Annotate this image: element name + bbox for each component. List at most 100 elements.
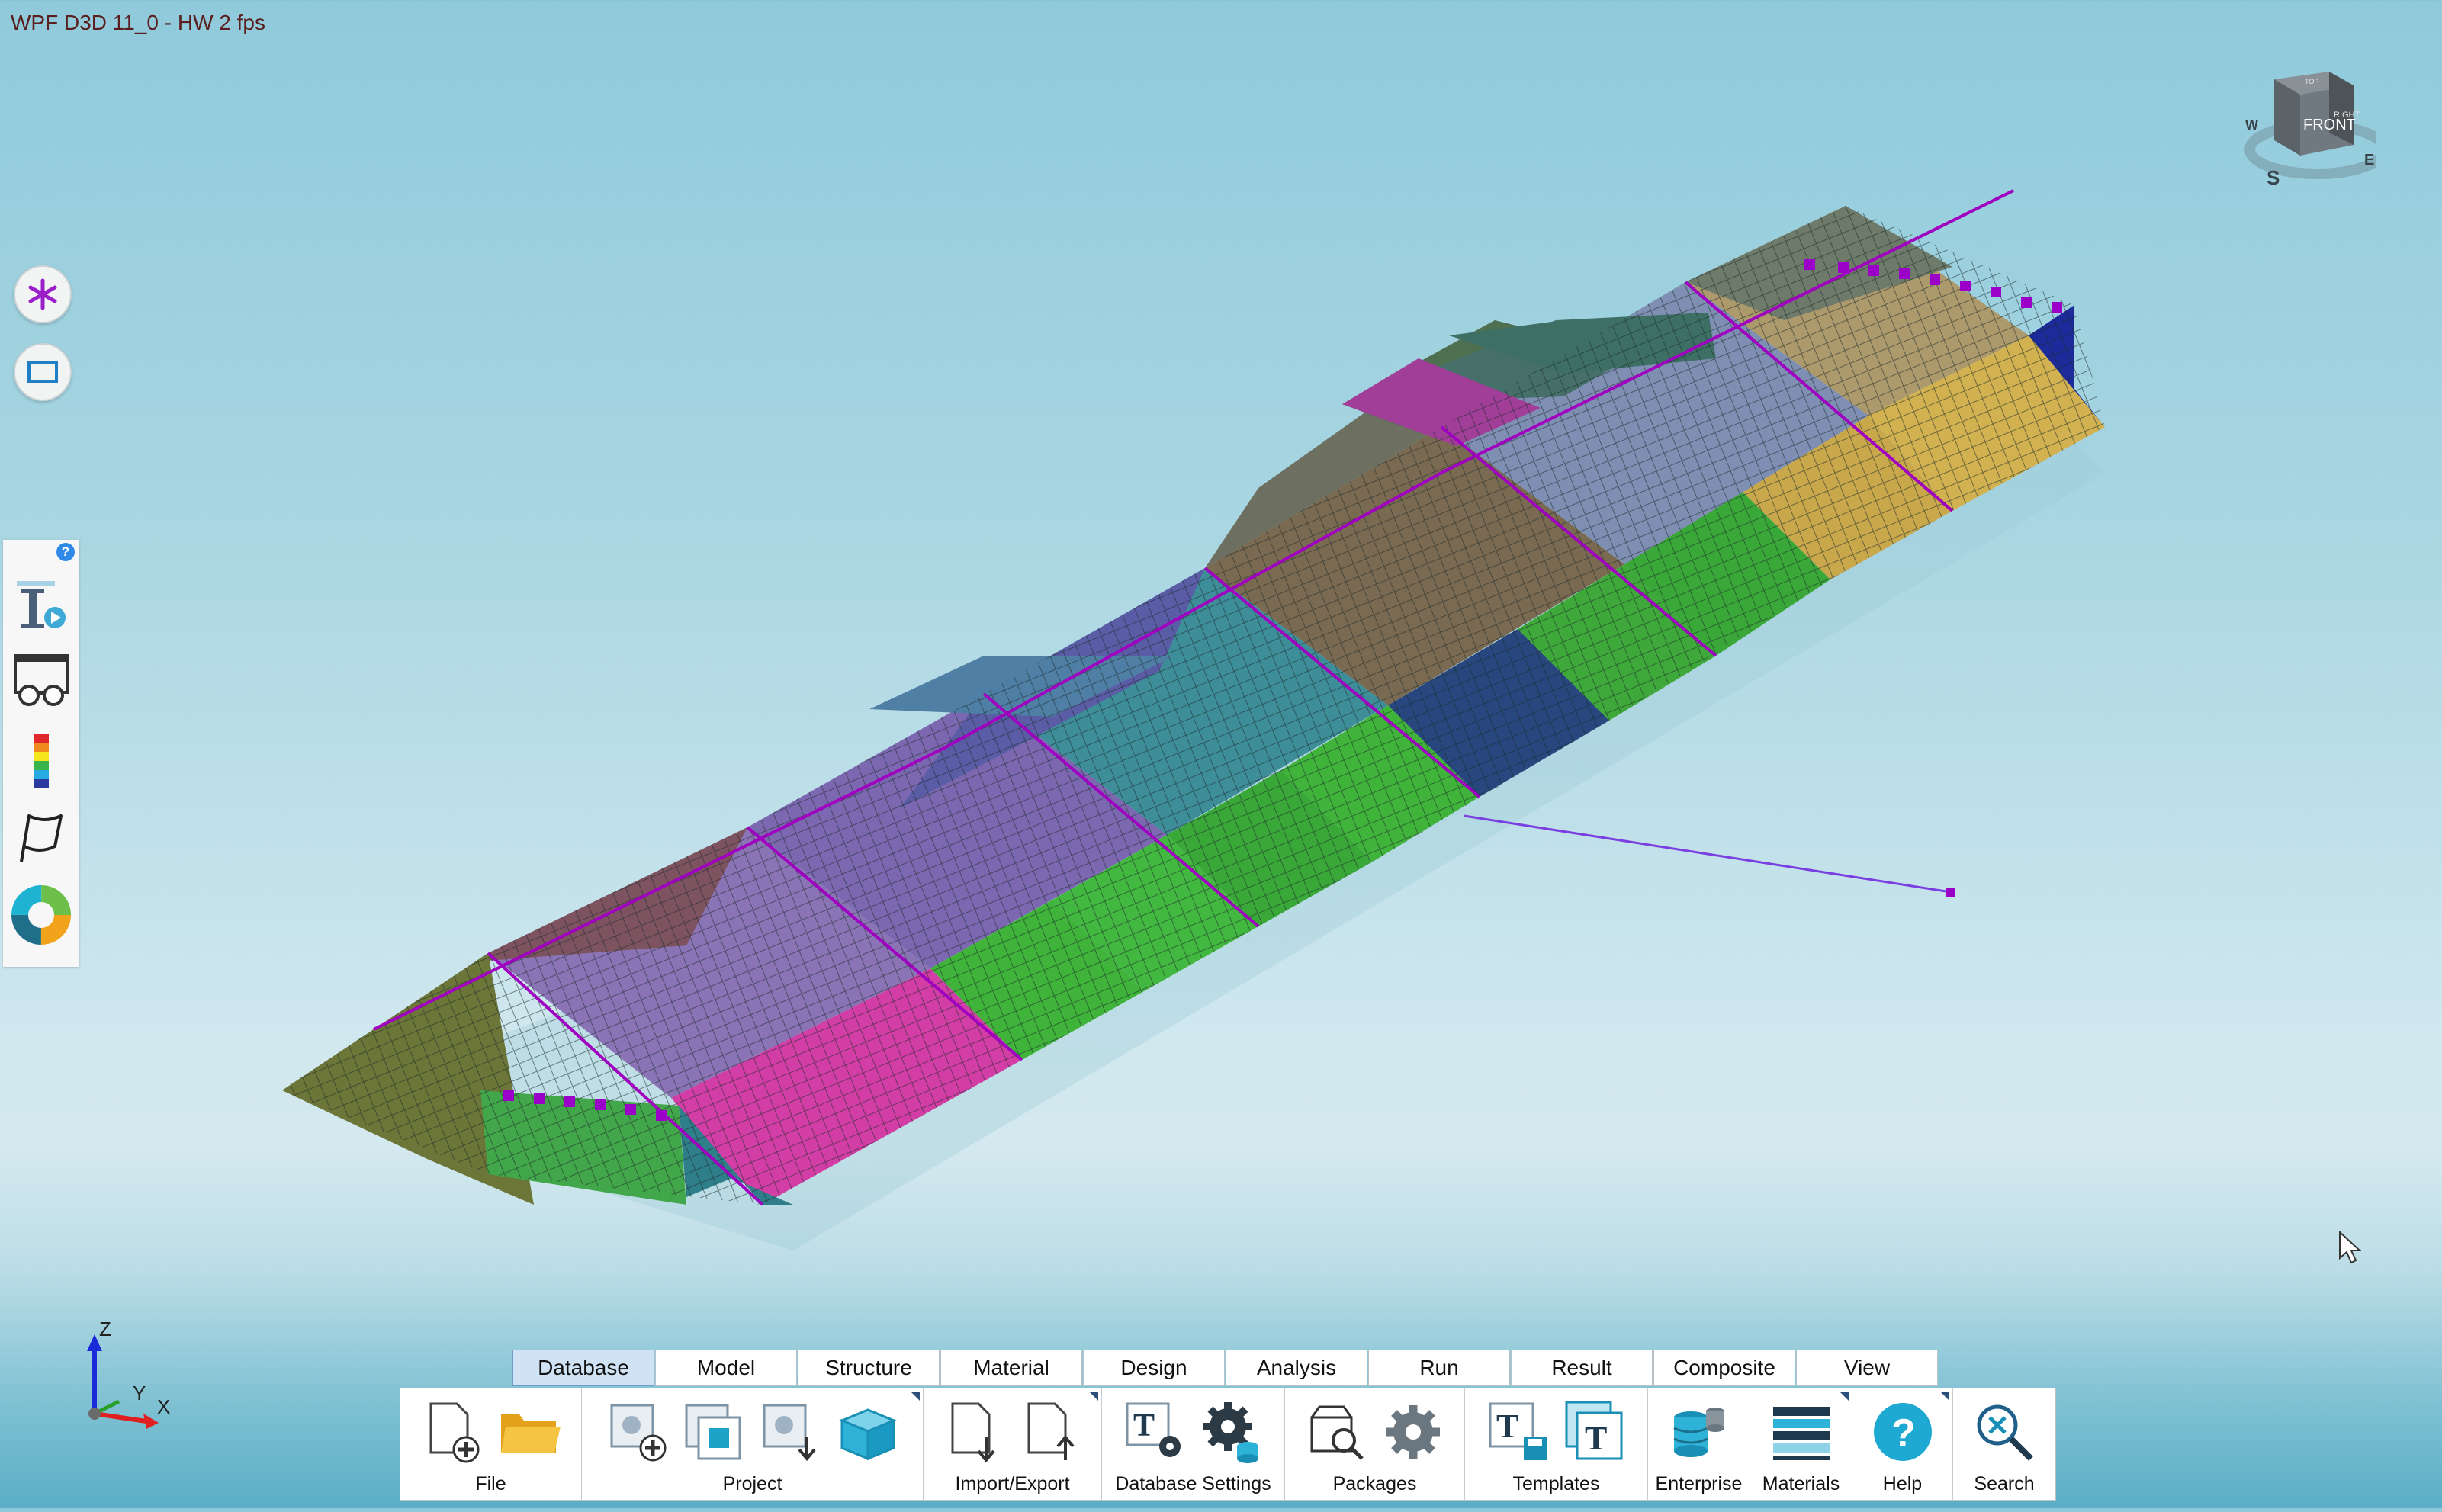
compass-west: W [2245, 117, 2258, 133]
window-title: WPF D3D 11_0 - HW 2 fps [11, 11, 266, 34]
group-templates: T T Templates [1465, 1388, 1648, 1500]
group-database-settings-label: Database Settings [1115, 1473, 1271, 1494]
group-templates-label: Templates [1512, 1473, 1600, 1494]
compass-south: S [2267, 166, 2280, 189]
viewcube-right-face[interactable] [2329, 72, 2354, 145]
text-settings-button[interactable]: T [1123, 1399, 1188, 1465]
template-button[interactable]: T [1562, 1399, 1627, 1465]
gears-database-icon [1203, 1402, 1258, 1463]
package-settings-button[interactable] [1380, 1399, 1446, 1465]
info-tool[interactable] [11, 575, 72, 636]
tab-run[interactable]: Run [1368, 1350, 1510, 1386]
group-enterprise-label: Enterprise [1655, 1473, 1743, 1494]
help-button[interactable]: ? [1870, 1399, 1936, 1465]
enterprise-button[interactable] [1666, 1399, 1732, 1465]
svg-text:T: T [1133, 1408, 1155, 1443]
svg-text:T: T [1585, 1420, 1607, 1457]
search-icon [1977, 1404, 2033, 1461]
tab-analysis[interactable]: Analysis [1226, 1350, 1367, 1386]
export-button[interactable] [1018, 1399, 1084, 1465]
info-play-icon [17, 581, 66, 628]
group-help-label: Help [1882, 1473, 1923, 1494]
axis-triad: Z Y X [73, 1318, 180, 1432]
new-project-button[interactable] [606, 1399, 671, 1465]
tool-panel: ? [3, 540, 79, 967]
color-wheel-tool[interactable] [11, 884, 72, 945]
open-folder-icon [500, 1414, 561, 1453]
project-window-icon [685, 1404, 741, 1460]
group-materials-label: Materials [1762, 1473, 1840, 1494]
color-legend-tool[interactable] [11, 730, 72, 791]
flag-icon [20, 814, 63, 862]
svg-text:?: ? [1891, 1411, 1916, 1456]
enterprise-database-icon [1672, 1408, 1724, 1457]
3d-viewport[interactable] [0, 0, 2442, 1508]
package-box-icon [838, 1408, 897, 1461]
template-save-button[interactable]: T [1486, 1399, 1551, 1465]
ribbon-tabs: Database Model Structure Material Design… [512, 1350, 1939, 1388]
tab-structure[interactable]: Structure [798, 1350, 940, 1386]
group-project: Project [582, 1388, 924, 1500]
tab-material[interactable]: Material [940, 1350, 1082, 1386]
rectangle-select-icon [27, 361, 58, 383]
group-search-label: Search [1974, 1473, 2035, 1494]
search-button[interactable] [1971, 1399, 2037, 1465]
help-badge[interactable]: ? [56, 543, 75, 561]
help-icon: ? [1873, 1403, 1932, 1461]
template-save-icon: T [1489, 1402, 1547, 1460]
asterisk-button[interactable] [14, 265, 72, 323]
text-gear-icon: T [1126, 1402, 1181, 1457]
axis-x-label: X [157, 1395, 170, 1418]
group-file-label: File [475, 1473, 506, 1494]
group-project-label: Project [722, 1473, 782, 1494]
group-search: Search [1953, 1388, 2055, 1500]
new-project-icon [610, 1404, 666, 1462]
new-file-button[interactable] [420, 1399, 486, 1465]
group-packages: Packages [1285, 1388, 1465, 1500]
package-search-button[interactable] [1304, 1399, 1370, 1465]
import-icon [951, 1402, 995, 1463]
rectangle-select-button[interactable] [14, 343, 72, 401]
template-icon: T [1565, 1401, 1622, 1460]
tab-database[interactable]: Database [512, 1350, 654, 1386]
glasses-view-tool[interactable] [11, 651, 72, 712]
package-search-icon [1310, 1405, 1364, 1460]
axis-z-label: Z [99, 1318, 111, 1340]
materials-layers-icon [1772, 1407, 1830, 1460]
viewcube-right-label: RIGHT [2334, 111, 2360, 120]
group-database-settings: T Database Settings [1102, 1388, 1285, 1500]
view-cube[interactable]: FRONT TOP RIGHT W S E [2239, 66, 2389, 195]
svg-text:T: T [1496, 1408, 1518, 1445]
viewcube-top-label: TOP [2305, 78, 2318, 85]
project-download-button[interactable] [758, 1399, 824, 1465]
flag-tool[interactable] [11, 807, 72, 868]
group-import-export-label: Import/Export [955, 1473, 1070, 1494]
color-legend-icon [34, 734, 49, 788]
package-gear-icon [1386, 1405, 1440, 1459]
tab-model[interactable]: Model [655, 1350, 797, 1386]
group-materials: Materials [1750, 1388, 1852, 1500]
project-download-icon [763, 1404, 816, 1462]
group-import-export: Import/Export [924, 1388, 1102, 1500]
glasses-view-icon [14, 654, 69, 706]
compass-east: E [2364, 152, 2374, 169]
group-help: ? Help [1852, 1388, 1953, 1500]
axis-y-label: Y [133, 1382, 146, 1404]
import-button[interactable] [942, 1399, 1007, 1465]
tab-view[interactable]: View [1796, 1350, 1938, 1386]
project-window-button[interactable] [682, 1399, 747, 1465]
group-file: File [400, 1388, 582, 1500]
package-box-button[interactable] [834, 1399, 900, 1465]
materials-button[interactable] [1769, 1399, 1834, 1465]
tab-composite[interactable]: Composite [1653, 1350, 1795, 1386]
database-settings-button[interactable] [1199, 1399, 1264, 1465]
tab-result[interactable]: Result [1511, 1350, 1653, 1386]
group-packages-label: Packages [1332, 1473, 1417, 1494]
group-enterprise: Enterprise [1648, 1388, 1750, 1500]
tab-design[interactable]: Design [1083, 1350, 1225, 1386]
asterisk-icon [28, 278, 57, 310]
open-folder-button[interactable] [496, 1399, 562, 1465]
mouse-cursor-icon [2339, 1231, 2361, 1264]
new-file-icon [429, 1402, 479, 1463]
wing-model[interactable] [0, 0, 2442, 1508]
